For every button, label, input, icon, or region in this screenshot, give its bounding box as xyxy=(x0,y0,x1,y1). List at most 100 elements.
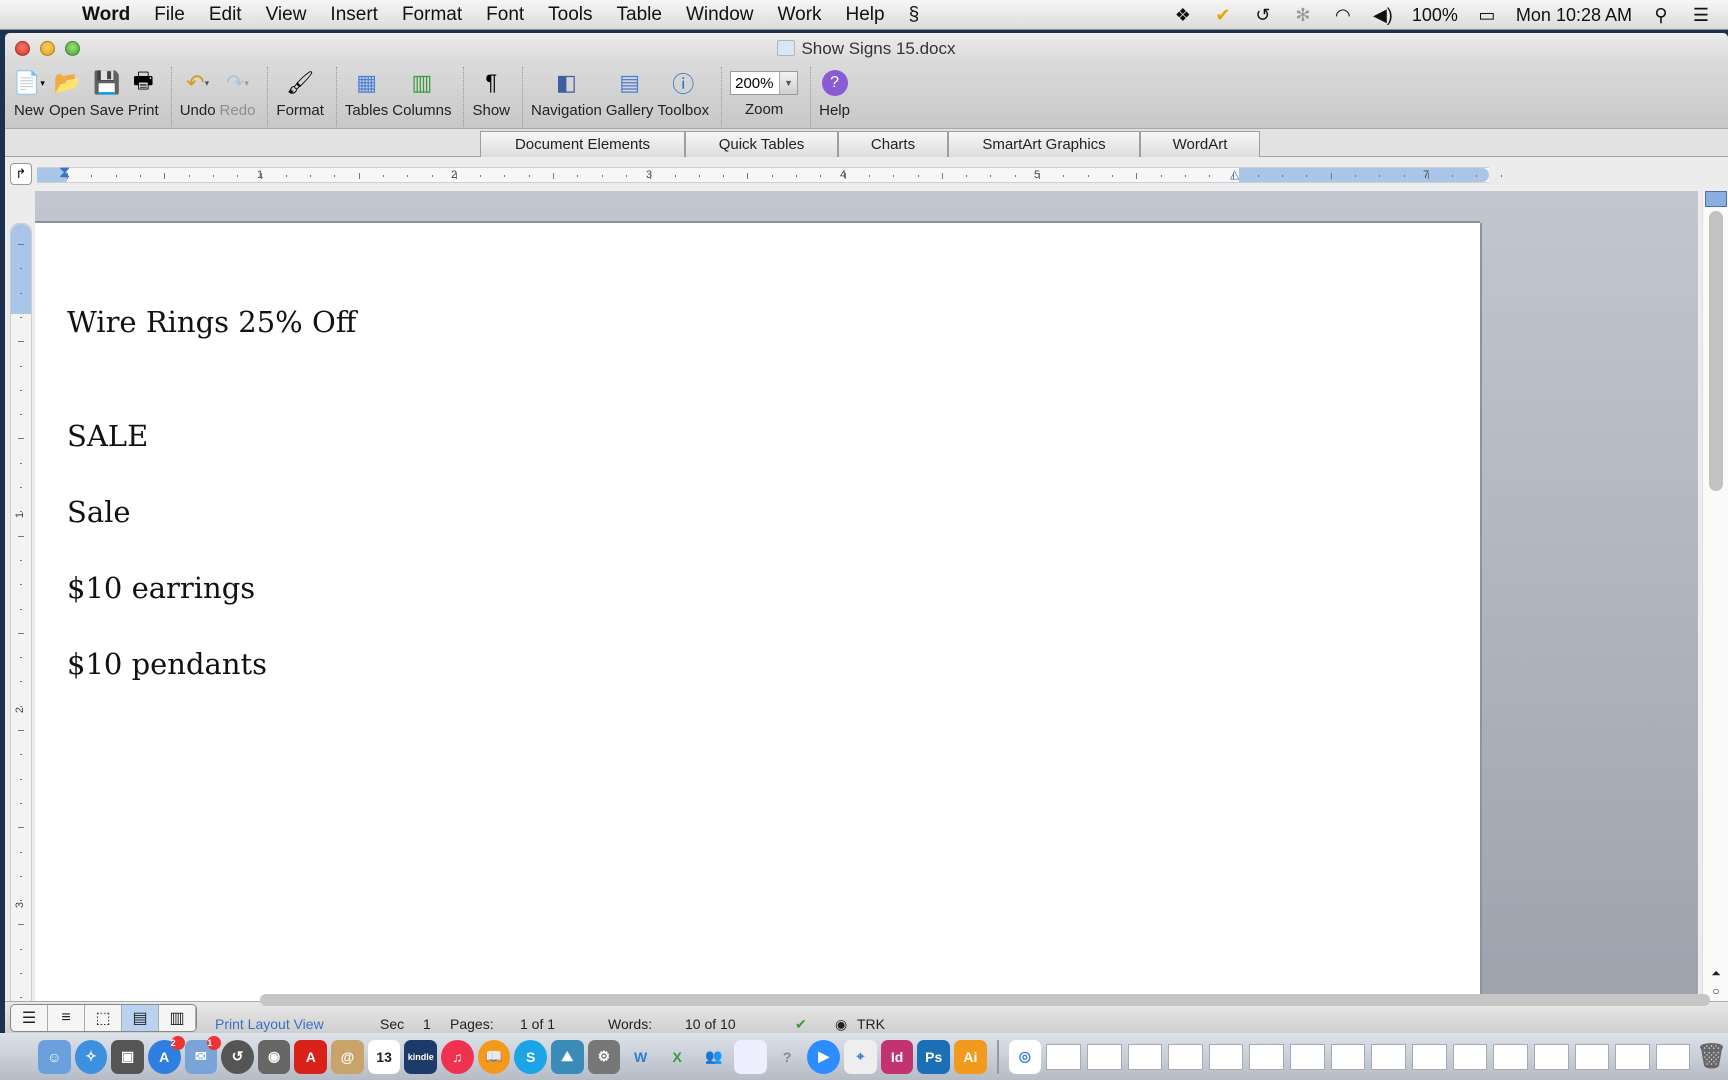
print-button[interactable]: 🖶 Print xyxy=(128,65,159,119)
dock-minimized-window[interactable] xyxy=(1574,1043,1610,1070)
wifi-icon[interactable]: ◠ xyxy=(1332,5,1354,26)
right-indent-marker-icon[interactable]: △ xyxy=(1230,167,1239,181)
menu-table[interactable]: Table xyxy=(605,4,674,26)
dock-minimized-window[interactable] xyxy=(1208,1043,1244,1070)
redo-button[interactable]: ↷ ▾ Redo xyxy=(220,65,256,119)
dock-minimized-window[interactable] xyxy=(1371,1043,1406,1070)
menu-format[interactable]: Format xyxy=(390,4,474,26)
menu-edit[interactable]: Edit xyxy=(197,4,254,26)
spelling-check-icon[interactable]: ✔ xyxy=(795,1016,807,1033)
script-menu-icon[interactable]: § xyxy=(897,4,932,26)
dock-acrobat-icon[interactable]: A xyxy=(294,1039,328,1074)
print-layout-view-icon[interactable]: ▤ xyxy=(122,1005,159,1031)
menu-window[interactable]: Window xyxy=(674,4,766,26)
norton-check-icon[interactable]: ✔ xyxy=(1212,5,1234,26)
menu-work[interactable]: Work xyxy=(766,4,834,26)
doc-line[interactable]: $10 earrings xyxy=(67,571,255,605)
dock-lync-icon[interactable] xyxy=(734,1039,767,1074)
dock-system-preferences-icon[interactable]: ⚙ xyxy=(587,1039,621,1074)
dock-contacts-icon[interactable]: @ xyxy=(331,1039,364,1074)
horizontal-scrollbar[interactable] xyxy=(260,994,1710,1006)
show-button[interactable]: ¶ Show xyxy=(472,65,510,119)
dock-excel-icon[interactable]: X xyxy=(661,1040,694,1074)
dock-minimized-window[interactable] xyxy=(1046,1043,1081,1070)
new-button[interactable]: 📄 ▾ New xyxy=(13,65,45,119)
battery-icon[interactable]: ▭ xyxy=(1476,5,1498,26)
dock-trash-icon[interactable]: 🗑 xyxy=(1695,1040,1728,1074)
doc-line[interactable]: Sale xyxy=(67,495,131,529)
dock-photoshop-icon[interactable]: Ps xyxy=(917,1039,951,1074)
tab-charts[interactable]: Charts xyxy=(838,131,948,157)
dock-minimized-window[interactable] xyxy=(1249,1043,1285,1070)
notification-center-icon[interactable]: ☰ xyxy=(1690,5,1712,26)
dropbox-icon[interactable]: ❖ xyxy=(1172,5,1194,26)
dock-kindle-icon[interactable]: kindle xyxy=(404,1039,438,1074)
dock-minimized-window[interactable] xyxy=(1493,1043,1528,1070)
dock-minimized-window[interactable] xyxy=(1411,1043,1447,1070)
dock-preview-icon[interactable]: ⛰ xyxy=(550,1039,584,1074)
tab-selector-icon[interactable]: ↱ xyxy=(10,163,32,185)
dock-minimized-window[interactable] xyxy=(1290,1043,1325,1070)
menu-help[interactable]: Help xyxy=(834,4,897,26)
dock-mail-icon[interactable]: ✉ 1 xyxy=(184,1035,222,1074)
help-button[interactable]: ? Help xyxy=(819,65,850,119)
dock-indesign-icon[interactable]: Id xyxy=(880,1039,914,1074)
dock-illustrator-icon[interactable]: Ai xyxy=(954,1039,987,1074)
vertical-ruler[interactable]: 1 2 3 xyxy=(10,223,32,1015)
dock-finder-icon[interactable]: ☺ xyxy=(38,1039,71,1074)
menu-app-word[interactable]: Word xyxy=(70,4,142,26)
dock-calendar-icon[interactable]: 13 xyxy=(367,1039,401,1074)
dock-word-icon[interactable]: W xyxy=(624,1040,657,1074)
clock[interactable]: Mon 10:28 AM xyxy=(1516,5,1632,26)
dock-minimized-window[interactable] xyxy=(1533,1043,1569,1070)
navigation-button[interactable]: ◧ Navigation xyxy=(531,65,602,119)
dock-document-icon[interactable]: ◎ xyxy=(1008,1039,1042,1074)
vertical-scrollbar[interactable]: ⏶ ○ ⏷ xyxy=(1702,191,1728,1033)
tables-button[interactable]: ▦ Tables xyxy=(345,65,388,119)
toolbox-button[interactable]: ⓘ Toolbox xyxy=(657,65,709,119)
dock-time-machine-icon[interactable]: ↺ xyxy=(221,1039,254,1074)
format-button[interactable]: 🖌 Format xyxy=(276,65,324,119)
dock-minimized-window[interactable] xyxy=(1127,1043,1163,1070)
bluetooth-icon[interactable]: ✻ xyxy=(1292,5,1314,26)
dock-minimized-window[interactable] xyxy=(1330,1043,1366,1070)
menu-view[interactable]: View xyxy=(254,4,319,26)
publishing-layout-view-icon[interactable]: ⬚ xyxy=(85,1005,122,1031)
notebook-layout-view-icon[interactable]: ▥ xyxy=(159,1005,196,1031)
dock-help-icon[interactable]: ? xyxy=(771,1040,804,1074)
dock-minimized-window[interactable] xyxy=(1615,1043,1650,1070)
dock-app-store-icon[interactable]: A2 xyxy=(147,1035,185,1074)
dock-safari-icon[interactable]: ✧ xyxy=(74,1039,108,1074)
doc-line[interactable]: SALE xyxy=(67,419,148,453)
battery-percent[interactable]: 100% xyxy=(1412,5,1458,26)
open-button[interactable]: 📂 Open xyxy=(49,65,86,119)
track-changes-label[interactable]: TRK xyxy=(857,1016,885,1032)
draft-view-icon[interactable]: ☰ xyxy=(11,1005,48,1031)
outline-view-icon[interactable]: ≡ xyxy=(48,1005,85,1031)
spotlight-icon[interactable]: ⚲ xyxy=(1650,5,1672,26)
horizontal-ruler[interactable]: ⧗ △ 1 2 3 4 5 7 xyxy=(37,164,1502,183)
dock-skype-icon[interactable]: S xyxy=(514,1039,547,1074)
dock-ibooks-icon[interactable]: 📖 xyxy=(477,1039,511,1074)
doc-line-heading[interactable]: Wire Rings 25% Off xyxy=(67,305,356,339)
words-value[interactable]: 10 of 10 xyxy=(685,1016,736,1032)
indent-marker-icon[interactable]: ⧗ xyxy=(59,164,70,182)
dock-minimized-window[interactable] xyxy=(1168,1043,1203,1070)
columns-button[interactable]: ▥ Columns xyxy=(392,65,451,119)
menu-tools[interactable]: Tools xyxy=(536,4,604,26)
menu-font[interactable]: Font xyxy=(474,4,536,26)
dock-minimized-window[interactable] xyxy=(1452,1043,1488,1070)
track-changes-icon[interactable]: ◉ xyxy=(835,1016,847,1033)
tab-document-elements[interactable]: Document Elements xyxy=(480,131,685,157)
save-button[interactable]: 💾 Save xyxy=(90,65,124,119)
zoom-select[interactable]: 200% ▼ xyxy=(730,71,799,95)
tab-wordart[interactable]: WordArt xyxy=(1140,131,1260,157)
dock-zoom-icon[interactable]: ▶ xyxy=(807,1039,841,1074)
volume-icon[interactable]: ◀) xyxy=(1372,5,1394,26)
menu-file[interactable]: File xyxy=(142,4,197,26)
tab-smartart-graphics[interactable]: SmartArt Graphics xyxy=(948,131,1140,157)
dock-iphoto-icon[interactable]: ▣ xyxy=(111,1039,144,1074)
document-page[interactable]: Wire Rings 25% Off SALE Sale $10 earring… xyxy=(35,223,1480,1033)
undo-button[interactable]: ↶ ▾ Undo xyxy=(180,65,216,119)
previous-page-icon[interactable]: ⏶ xyxy=(1706,966,1726,984)
